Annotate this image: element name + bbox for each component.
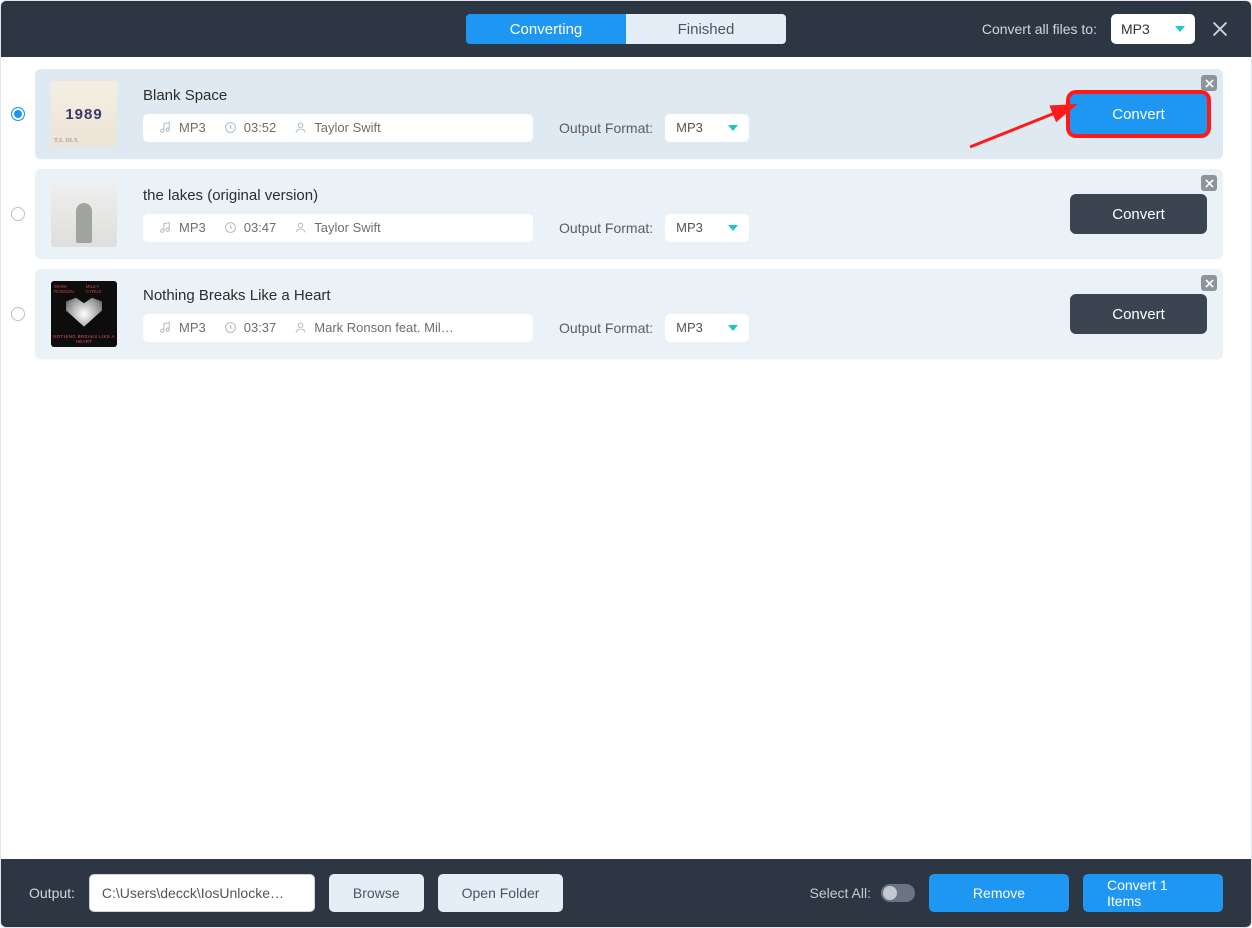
meta-duration: 03:47 <box>224 220 277 235</box>
meta-artist: Mark Ronson feat. Mil… <box>294 320 517 335</box>
track-card: MARK RONSONMILEY CYRUS Nothing Breaks Li… <box>35 269 1223 359</box>
list-row: 1989 Blank Space MP3 03: <box>9 69 1223 159</box>
convert-button[interactable]: Convert <box>1070 194 1207 234</box>
meta-duration: 03:52 <box>224 120 277 135</box>
album-art: MARK RONSONMILEY CYRUS <box>51 281 117 347</box>
meta-artist: Taylor Swift <box>294 120 517 135</box>
global-format-value: MP3 <box>1121 21 1150 37</box>
output-format-group: Output Format: MP3 <box>559 214 749 242</box>
output-format-group: Output Format: MP3 <box>559 314 749 342</box>
track-info: the lakes (original version) MP3 03:47 <box>143 187 1070 242</box>
convert-all-label: Convert all files to: <box>982 21 1097 37</box>
convert-button[interactable]: Convert <box>1070 294 1207 334</box>
open-folder-button[interactable]: Open Folder <box>438 874 564 912</box>
output-format-label: Output Format: <box>559 320 653 336</box>
music-note-icon <box>159 221 172 234</box>
list-row: the lakes (original version) MP3 03:47 <box>9 169 1223 259</box>
music-note-icon <box>159 121 172 134</box>
person-icon <box>294 221 307 234</box>
close-icon <box>1205 179 1214 188</box>
select-all-label: Select All: <box>810 885 871 901</box>
meta-row: MP3 03:37 Mark Ronson feat. Mil… <box>143 314 1070 342</box>
header-right: Convert all files to: MP3 <box>982 14 1251 44</box>
chevron-down-icon <box>728 225 738 231</box>
output-label: Output: <box>29 885 75 901</box>
list-row: MARK RONSONMILEY CYRUS Nothing Breaks Li… <box>9 269 1223 359</box>
header-bar: Converting Finished Convert all files to… <box>1 1 1251 57</box>
track-card: 1989 Blank Space MP3 03: <box>35 69 1223 159</box>
meta-artist: Taylor Swift <box>294 220 517 235</box>
select-all-group: Select All: <box>810 884 915 902</box>
output-format-dropdown[interactable]: MP3 <box>665 214 749 242</box>
meta-box: MP3 03:37 Mark Ronson feat. Mil… <box>143 314 533 342</box>
clock-icon <box>224 221 237 234</box>
remove-item-button[interactable] <box>1201 175 1217 191</box>
meta-format: MP3 <box>159 120 206 135</box>
convert-button[interactable]: Convert <box>1070 94 1207 134</box>
album-art: 1989 <box>51 81 117 147</box>
clock-icon <box>224 321 237 334</box>
select-radio[interactable] <box>11 207 25 221</box>
footer-bar: Output: C:\Users\decck\IosUnlocke… Brows… <box>1 859 1251 927</box>
meta-box: MP3 03:47 Taylor Swift <box>143 214 533 242</box>
select-radio[interactable] <box>11 307 25 321</box>
meta-format: MP3 <box>159 320 206 335</box>
convert-all-button[interactable]: Convert 1 Items <box>1083 874 1223 912</box>
music-note-icon <box>159 321 172 334</box>
album-art <box>51 181 117 247</box>
tab-finished[interactable]: Finished <box>626 14 786 44</box>
track-card: the lakes (original version) MP3 03:47 <box>35 169 1223 259</box>
meta-row: MP3 03:47 Taylor Swift <box>143 214 1070 242</box>
global-format-dropdown[interactable]: MP3 <box>1111 14 1195 44</box>
tab-converting[interactable]: Converting <box>466 14 626 44</box>
select-radio[interactable] <box>11 107 25 121</box>
output-path-field[interactable]: C:\Users\decck\IosUnlocke… <box>89 874 315 912</box>
output-format-label: Output Format: <box>559 220 653 236</box>
close-icon <box>1205 79 1214 88</box>
remove-button[interactable]: Remove <box>929 874 1069 912</box>
meta-row: MP3 03:52 Taylor Swift <box>143 114 1070 142</box>
output-format-label: Output Format: <box>559 120 653 136</box>
select-all-toggle[interactable] <box>881 884 915 902</box>
remove-item-button[interactable] <box>1201 275 1217 291</box>
track-title: the lakes (original version) <box>143 187 1070 204</box>
meta-box: MP3 03:52 Taylor Swift <box>143 114 533 142</box>
meta-duration: 03:37 <box>224 320 277 335</box>
tabs: Converting Finished <box>466 14 786 44</box>
output-format-dropdown[interactable]: MP3 <box>665 114 749 142</box>
chevron-down-icon <box>728 325 738 331</box>
track-info: Nothing Breaks Like a Heart MP3 03:37 <box>143 287 1070 342</box>
chevron-down-icon <box>728 125 738 131</box>
person-icon <box>294 321 307 334</box>
chevron-down-icon <box>1175 26 1185 32</box>
person-icon <box>294 121 307 134</box>
meta-format: MP3 <box>159 220 206 235</box>
track-info: Blank Space MP3 03:52 <box>143 87 1070 142</box>
output-format-dropdown[interactable]: MP3 <box>665 314 749 342</box>
remove-item-button[interactable] <box>1201 75 1217 91</box>
item-list: 1989 Blank Space MP3 03: <box>1 69 1251 359</box>
output-format-group: Output Format: MP3 <box>559 114 749 142</box>
app-window: Converting Finished Convert all files to… <box>0 0 1252 928</box>
clock-icon <box>224 121 237 134</box>
close-icon[interactable] <box>1209 18 1231 40</box>
browse-button[interactable]: Browse <box>329 874 424 912</box>
track-title: Nothing Breaks Like a Heart <box>143 287 1070 304</box>
body-area: 1989 Blank Space MP3 03: <box>1 57 1251 859</box>
track-title: Blank Space <box>143 87 1070 104</box>
close-icon <box>1205 279 1214 288</box>
